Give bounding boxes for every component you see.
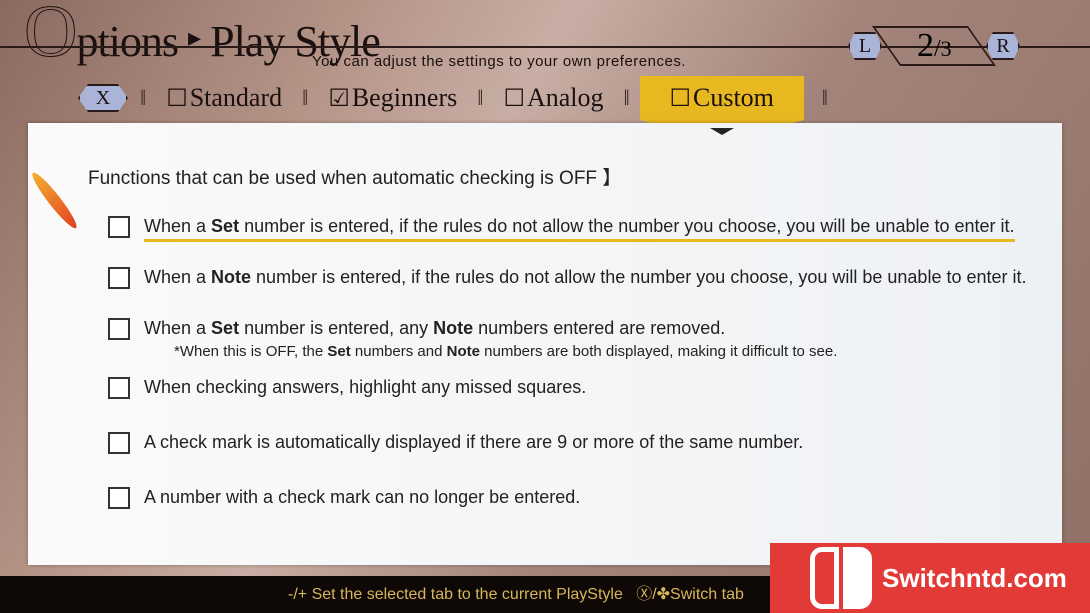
option-row[interactable]: When checking answers, highlight any mis… — [108, 377, 586, 399]
checked-box-icon: ☑ — [328, 85, 350, 112]
checkbox-icon: ☐ — [503, 85, 525, 112]
checkbox-icon: ☐ — [669, 85, 691, 112]
footer-hints: -/+ Set the selected tab to the current … — [288, 586, 744, 603]
subtitle: You can adjust the settings to your own … — [312, 53, 686, 70]
tab-beginners[interactable]: ☑ Beginners — [308, 83, 477, 113]
r-button[interactable]: R — [986, 32, 1020, 60]
tab-custom[interactable]: ☐ Custom — [639, 76, 804, 142]
option-note: *When this is OFF, the Set numbers and N… — [174, 343, 838, 360]
option-row[interactable]: When a Note number is entered, if the ru… — [108, 267, 1027, 289]
separator: ‖ — [623, 85, 630, 110]
l-button[interactable]: L — [848, 32, 882, 60]
checkbox[interactable] — [108, 487, 130, 509]
tab-standard[interactable]: ☐ Standard — [146, 83, 302, 113]
checkbox-icon: ☐ — [166, 85, 188, 112]
option-row[interactable]: When a Set number is entered, if the rul… — [108, 216, 1015, 242]
section-heading: Functions that can be used when automati… — [88, 168, 622, 189]
tab-analog[interactable]: ☐ Analog — [483, 83, 623, 113]
watermark: Switchntd.com — [770, 543, 1090, 613]
page-indicator: 2/3 — [871, 26, 997, 66]
tab-bar: X ‖ ☐ Standard ‖ ☑ Beginners ‖ ☐ Analog ‖ ☐… — [78, 76, 828, 142]
option-row[interactable]: A number with a check mark can no longer… — [108, 487, 580, 509]
checkbox[interactable] — [108, 377, 130, 399]
switch-logo-icon — [810, 547, 872, 609]
checkbox[interactable] — [108, 318, 130, 340]
checkbox[interactable] — [108, 432, 130, 454]
option-row[interactable]: When a Set number is entered, any Note n… — [108, 318, 837, 360]
checkbox[interactable] — [108, 267, 130, 289]
pager: L 2/3 R — [848, 26, 1020, 66]
separator: ‖ — [821, 85, 828, 110]
chevron-down-icon — [709, 128, 734, 135]
checkbox[interactable] — [108, 216, 130, 238]
x-button[interactable]: X — [78, 84, 128, 112]
option-row[interactable]: A check mark is automatically displayed … — [108, 432, 803, 454]
